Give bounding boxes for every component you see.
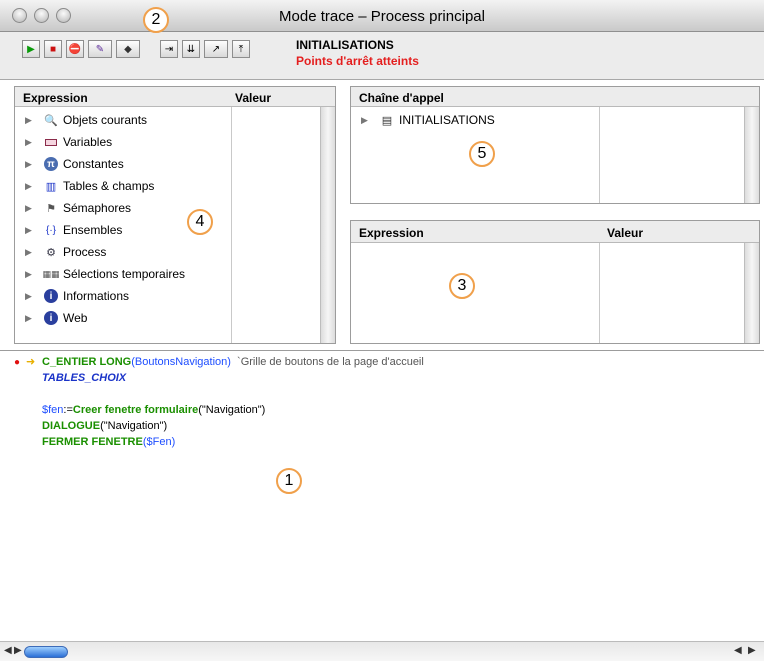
tree-item-web[interactable]: ▶ i Web (25, 308, 87, 328)
table-icon: ▥ (45, 180, 57, 193)
web-icon: i (43, 310, 59, 326)
call-chain-item[interactable]: ▶ ▤ INITIALISATIONS (361, 110, 495, 130)
ensembles-icon: {·} (45, 224, 56, 236)
selection-icon: ▦▦ (42, 268, 60, 279)
disclosure-triangle-icon[interactable]: ▶ (25, 291, 37, 302)
status-message: Points d'arrêt atteints (296, 54, 419, 68)
custom-expression-scrollbar[interactable] (744, 243, 759, 343)
column-divider (599, 107, 600, 203)
col-expression-header[interactable]: Expression (23, 91, 88, 105)
disclosure-triangle-icon[interactable]: ▶ (25, 115, 37, 126)
disclosure-triangle-icon[interactable]: ▶ (25, 313, 37, 324)
tree-item-semaphores[interactable]: ▶ ⚑ Sémaphores (25, 198, 131, 218)
call-chain-scrollbar[interactable] (744, 107, 759, 203)
call-chain-pane: Chaîne d'appel ▶ ▤ INITIALISATIONS (350, 86, 760, 204)
breakpoint-icon[interactable]: ● (14, 357, 20, 368)
expression-pane-scrollbar[interactable] (320, 107, 335, 343)
column-divider (599, 243, 600, 343)
custom-expression-header: Expression Valeur (351, 221, 759, 243)
tree-item-informations[interactable]: ▶ i Informations (25, 286, 129, 306)
callout-5: 5 (469, 141, 495, 167)
disclosure-triangle-icon[interactable]: ▶ (25, 137, 37, 148)
abort-button[interactable]: ⛔ (66, 40, 84, 58)
tree-item-objets-courants[interactable]: ▶ 🔍 Objets courants (25, 110, 147, 130)
source-code-pane[interactable]: ● ➜ C_ENTIER LONG(BoutonsNavigation) `Gr… (0, 350, 764, 641)
expression-pane-header: Expression Valeur (15, 87, 335, 107)
col-valeur-header[interactable]: Valeur (235, 91, 271, 105)
disclosure-triangle-icon[interactable]: ▶ (25, 269, 37, 280)
callout-4: 4 (187, 209, 213, 235)
scroll-left-arrow-icon[interactable]: ◀ (734, 645, 742, 656)
custom-expression-pane: Expression Valeur (350, 220, 760, 344)
tree-item-process[interactable]: ▶ ⚙ Process (25, 242, 106, 262)
title-bar: Mode trace – Process principal (0, 0, 764, 32)
code-line-3[interactable]: $fen:=Creer fenetre formulaire("Navigati… (42, 404, 265, 416)
col-valeur-header[interactable]: Valeur (607, 226, 643, 240)
code-line-2[interactable]: TABLES_CHOIX (42, 372, 126, 384)
edit-button[interactable]: ✎ (88, 40, 112, 58)
scroll-left-arrow-icon[interactable]: ◀ (4, 645, 12, 656)
tree-item-tables-champs[interactable]: ▶ ▥ Tables & champs (25, 176, 154, 196)
tree-item-variables[interactable]: ▶ Variables (25, 132, 112, 152)
step-top-icon: ⤒ (238, 43, 244, 55)
step-top-button[interactable]: ⤒ (232, 40, 250, 58)
stop-icon: ■ (49, 43, 57, 55)
disclosure-triangle-icon[interactable]: ▶ (361, 115, 373, 126)
step-over-button[interactable]: ⇥ (160, 40, 178, 58)
step-out-icon: ↗ (211, 43, 221, 55)
magnifier-icon: 🔍 (44, 114, 58, 127)
code-line-1[interactable]: C_ENTIER LONG(BoutonsNavigation) `Grille… (42, 356, 424, 368)
scroll-right-arrow-icon[interactable]: ▶ (748, 645, 756, 656)
pi-icon: π (43, 156, 59, 172)
stop-button[interactable]: ■ (44, 40, 62, 58)
run-button[interactable]: ▶ (22, 40, 40, 58)
window-title: Mode trace – Process principal (279, 8, 485, 25)
method-icon: ▤ (381, 114, 393, 127)
run-icon: ▶ (27, 43, 35, 55)
code-line-5[interactable]: FERMER FENETRE($Fen) (42, 436, 175, 448)
tree-item-selections-temporaires[interactable]: ▶ ▦▦ Sélections temporaires (25, 264, 185, 284)
debugger-toolbar: ▶ ■ ⛔ ✎ ◆ ⇥ ⇊ ↗ ⤒ INITIALISATIONS Points… (0, 32, 764, 80)
process-icon: ⚙ (46, 246, 56, 259)
callout-2: 2 (143, 7, 169, 33)
callout-1: 1 (276, 468, 302, 494)
current-line-arrow-icon: ➜ (26, 356, 36, 368)
step-into-icon: ⇊ (186, 43, 196, 55)
call-chain-title: Chaîne d'appel (359, 91, 444, 105)
abort-icon: ⛔ (68, 43, 82, 55)
code-line-4[interactable]: DIALOGUE("Navigation") (42, 420, 167, 432)
step-into-button[interactable]: ⇊ (182, 40, 200, 58)
disclosure-triangle-icon[interactable]: ▶ (25, 247, 37, 258)
column-divider (231, 107, 232, 343)
info-icon: i (43, 288, 59, 304)
scrollbar-thumb[interactable] (24, 646, 68, 658)
col-expression-header[interactable]: Expression (359, 226, 424, 240)
tree-item-constantes[interactable]: ▶ π Constantes (25, 154, 124, 174)
variables-icon (43, 134, 59, 150)
trace-icon: ◆ (124, 43, 132, 55)
current-method-label: INITIALISATIONS (296, 38, 394, 52)
disclosure-triangle-icon[interactable]: ▶ (25, 181, 37, 192)
step-out-button[interactable]: ↗ (204, 40, 228, 58)
disclosure-triangle-icon[interactable]: ▶ (25, 225, 37, 236)
disclosure-triangle-icon[interactable]: ▶ (25, 159, 37, 170)
disclosure-triangle-icon[interactable]: ▶ (25, 203, 37, 214)
callout-3: 3 (449, 273, 475, 299)
trace-button[interactable]: ◆ (116, 40, 140, 58)
semaphore-icon: ⚑ (46, 202, 56, 215)
call-chain-header: Chaîne d'appel (351, 87, 759, 107)
scroll-right-arrow-icon[interactable]: ▶ (14, 645, 22, 656)
step-over-icon: ⇥ (164, 43, 174, 55)
horizontal-scrollbar[interactable]: ◀ ▶ ◀ ▶ (0, 641, 764, 661)
tree-item-ensembles[interactable]: ▶ {·} Ensembles (25, 220, 122, 240)
edit-icon: ✎ (95, 43, 105, 55)
expression-pane: Expression Valeur ▶ 🔍 Objets courants ▶ … (14, 86, 336, 344)
